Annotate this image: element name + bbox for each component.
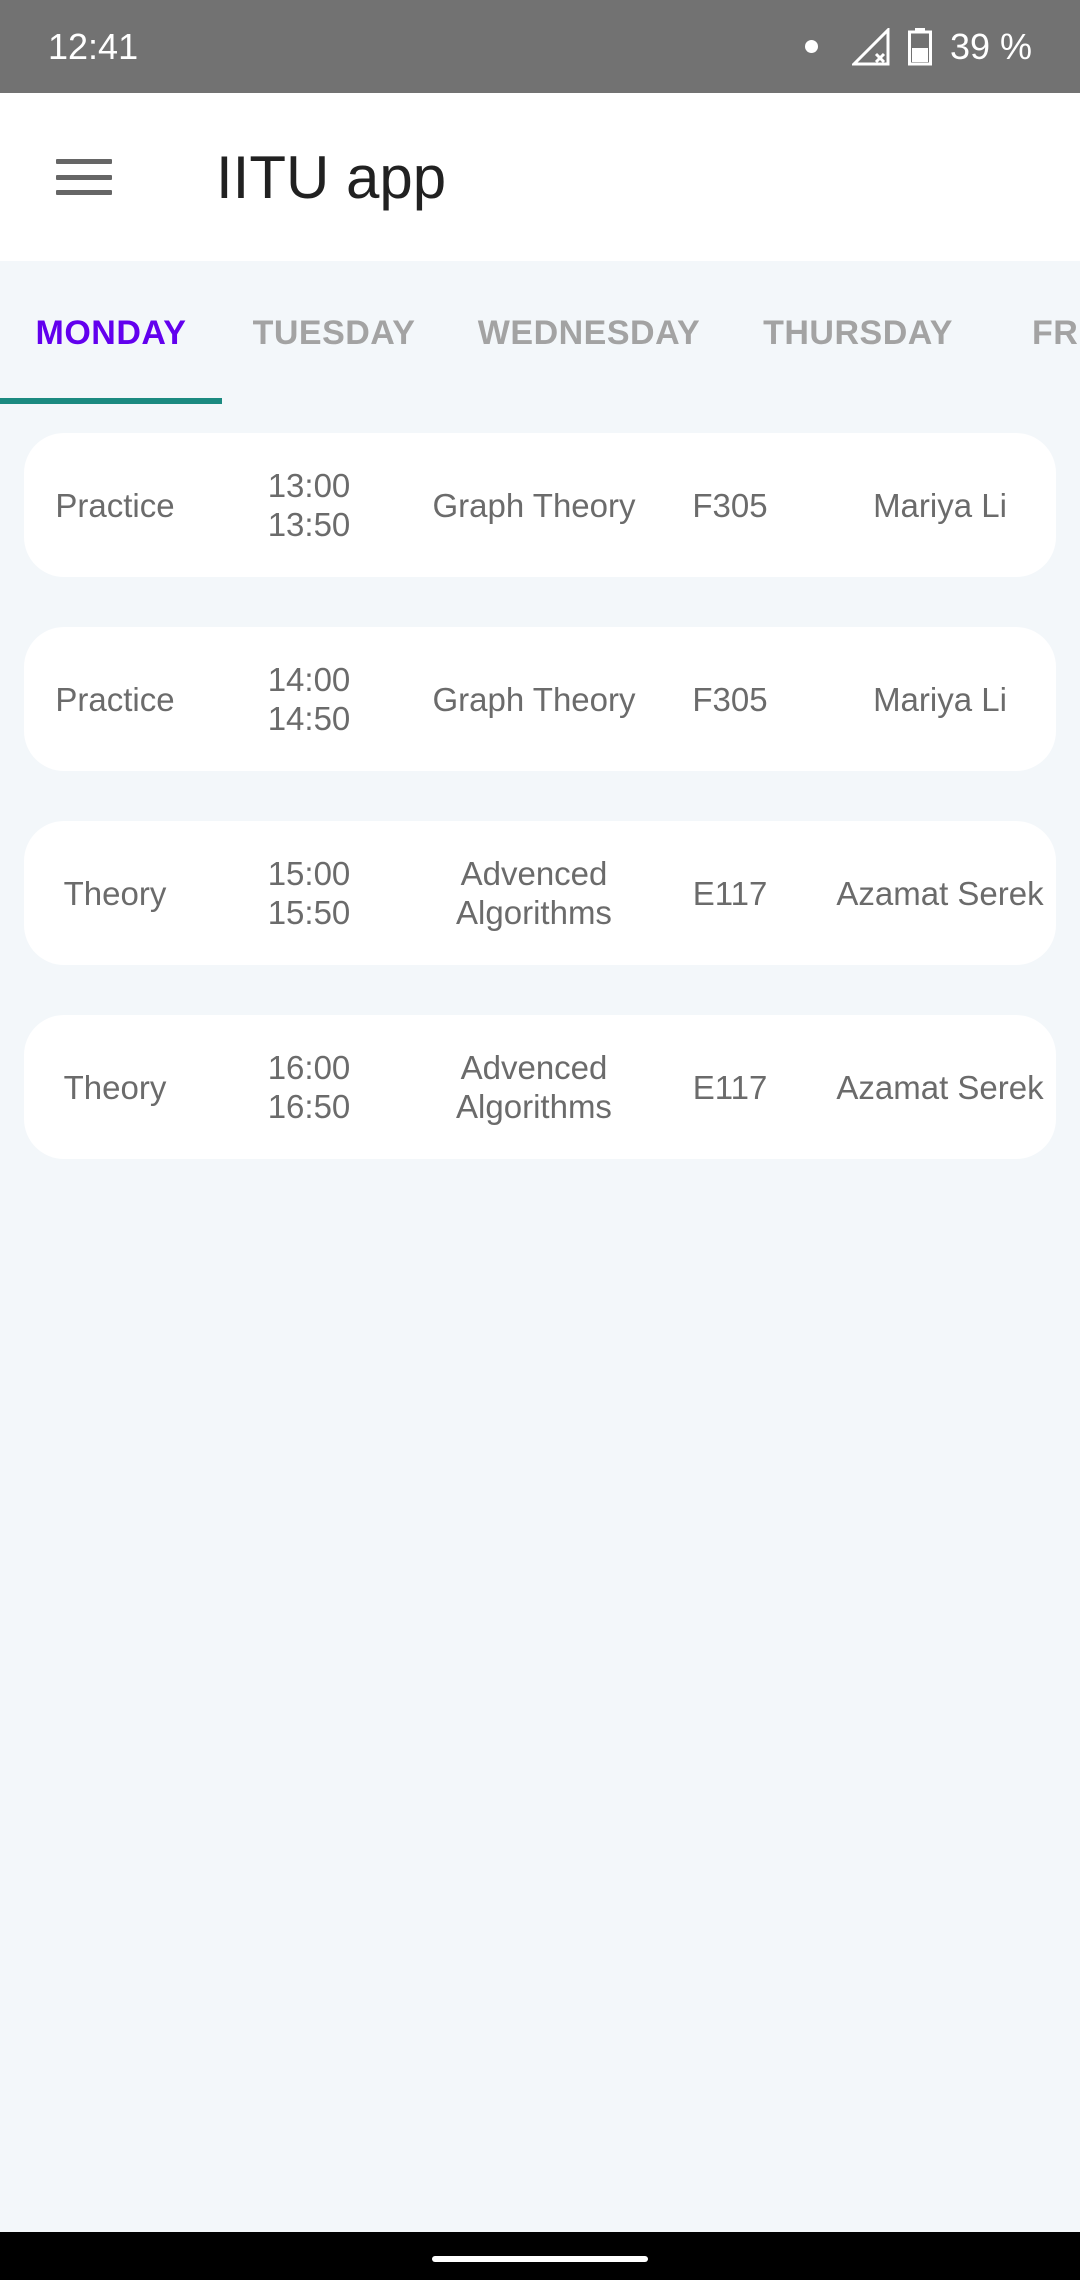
lesson-time: 14:00 14:50	[267, 661, 351, 737]
schedule-card[interactable]: Practice 14:00 14:50 Graph Theory F305 Ma…	[24, 627, 1056, 771]
lesson-type: Theory	[63, 874, 167, 912]
lesson-room: E117	[692, 1068, 768, 1106]
lesson-subject: Advenced Algorithms	[456, 855, 612, 931]
lesson-subject: Graph Theory	[432, 486, 636, 524]
lesson-teacher: Azamat Serek	[836, 874, 1044, 912]
battery-percent: 39 %	[949, 25, 1032, 67]
tab-indicator	[0, 398, 222, 404]
lesson-subject: Graph Theory	[432, 680, 636, 718]
schedule-card[interactable]: Theory 16:00 16:50 Advenced Algorithms E11…	[24, 1015, 1056, 1159]
app-bar: IITU app	[0, 93, 1080, 261]
tab-thursday[interactable]: THURSDAY	[732, 261, 984, 405]
lesson-time: 13:00 13:50	[267, 467, 351, 543]
lesson-time: 16:00 16:50	[267, 1049, 351, 1125]
menu-button[interactable]	[0, 93, 168, 261]
status-bar: 12:41 39 %	[0, 0, 1080, 93]
lesson-teacher: Azamat Serek	[836, 1068, 1044, 1106]
lesson-room: F305	[692, 680, 768, 718]
schedule-card[interactable]: Theory 15:00 15:50 Advenced Algorithms E11…	[24, 821, 1056, 965]
schedule-card[interactable]: Practice 13:00 13:50 Graph Theory F305 Ma…	[24, 433, 1056, 577]
lesson-room: E117	[692, 874, 768, 912]
lesson-subject: Advenced Algorithms	[456, 1049, 612, 1125]
tab-tuesday[interactable]: TUESDAY	[222, 261, 446, 405]
tab-friday[interactable]: FRI	[1012, 261, 1080, 405]
hamburger-menu-icon	[56, 159, 112, 195]
lesson-room: F305	[692, 486, 768, 524]
lesson-time: 15:00 15:50	[267, 855, 351, 931]
lesson-type: Practice	[55, 486, 175, 524]
status-icons: 39 %	[804, 25, 1032, 68]
lesson-type: Practice	[55, 680, 175, 718]
tab-wednesday[interactable]: WEDNESDAY	[446, 261, 732, 405]
day-tabs: MONDAY TUESDAY WEDNESDAY THURSDAY FRI	[0, 261, 1080, 405]
lesson-type: Theory	[63, 1068, 167, 1106]
tab-monday[interactable]: MONDAY	[0, 261, 222, 405]
status-time: 12:41	[48, 25, 139, 67]
battery-icon	[907, 27, 932, 65]
notification-dot-icon	[804, 40, 818, 53]
lesson-teacher: Mariya Li	[873, 486, 1007, 524]
home-handle[interactable]	[432, 2256, 648, 2262]
app-title: IITU app	[216, 143, 447, 211]
lesson-teacher: Mariya Li	[873, 680, 1007, 718]
navigation-bar	[0, 2232, 1080, 2280]
no-signal-icon	[851, 27, 890, 65]
